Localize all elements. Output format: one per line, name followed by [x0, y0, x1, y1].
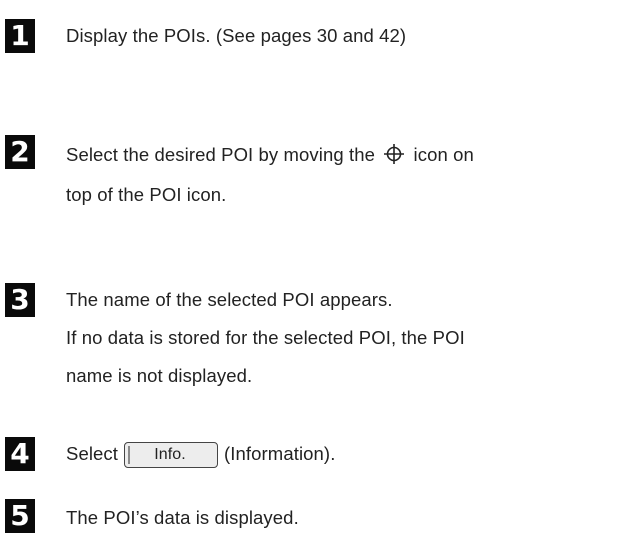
- step-text-line: name is not displayed.: [66, 365, 253, 386]
- step-text-segment: (Information).: [224, 443, 336, 464]
- step-text-line: Display the POIs. (See pages 30 and 42): [66, 25, 407, 46]
- step-number-badge: 2: [5, 135, 35, 169]
- info-button[interactable]: Info.: [124, 442, 219, 468]
- step-number-badge: 5: [5, 499, 35, 533]
- step-text: Select the desired POI by moving the ico…: [66, 135, 626, 215]
- step-text-line: The POI’s data is displayed.: [66, 507, 299, 528]
- step-text-segment: icon on: [413, 144, 474, 165]
- step-text-line: If no data is stored for the selected PO…: [66, 327, 465, 348]
- step-text: Display the POIs. (See pages 30 and 42): [66, 19, 626, 53]
- step-text-segment: Select the desired POI by moving the: [66, 144, 376, 165]
- step-text: The POI’s data is displayed.: [66, 501, 626, 535]
- step-text-line: The name of the selected POI appears.: [66, 289, 393, 310]
- step-number-badge: 3: [5, 283, 35, 317]
- step-text-segment: Select: [66, 443, 119, 464]
- crosshair-icon: [383, 139, 405, 164]
- step-text: The name of the selected POI appears. If…: [66, 281, 626, 395]
- step-text: Select Info. (Information).: [66, 437, 626, 471]
- step-text-line: Select the desired POI by moving the ico…: [66, 135, 626, 175]
- step-text-line: Select Info. (Information).: [66, 437, 626, 471]
- step-number-badge: 4: [5, 437, 35, 471]
- step-number-badge: 1: [5, 19, 35, 53]
- step-text-line: top of the POI icon.: [66, 184, 227, 205]
